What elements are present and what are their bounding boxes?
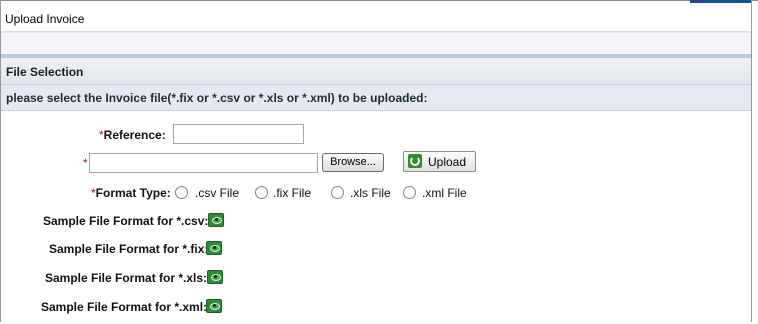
format-type-label: *Format Type:: [91, 186, 171, 200]
reference-label-text: Reference:: [103, 128, 166, 142]
browse-button[interactable]: Browse...: [322, 153, 384, 172]
instruction-text: please select the Invoice file(*.fix or …: [6, 91, 428, 105]
radio-button[interactable]: [255, 186, 268, 199]
format-option-label: .csv File: [195, 186, 240, 200]
radio-button[interactable]: [331, 186, 344, 199]
format-type-label-text: Format Type:: [95, 186, 171, 200]
view-sample-xls-icon[interactable]: [207, 270, 223, 284]
reference-label: *Reference:: [99, 128, 166, 142]
title-bar: Upload Invoice: [1, 5, 751, 32]
refresh-icon: [408, 154, 422, 168]
format-option-label: .fix File: [273, 186, 312, 200]
view-sample-xml-icon[interactable]: [206, 299, 222, 313]
section-title: File Selection: [6, 65, 84, 79]
format-option-label: .xml File: [422, 186, 467, 200]
view-sample-fix-icon[interactable]: [206, 241, 222, 255]
view-sample-csv-icon[interactable]: [208, 213, 224, 227]
sample-xls-label: Sample File Format for *.xls:: [45, 271, 208, 285]
instruction-bar: please select the Invoice file(*.fix or …: [1, 85, 751, 111]
page-title: Upload Invoice: [5, 12, 85, 26]
upload-button-label: Upload: [428, 155, 467, 169]
format-option-label: .xls File: [350, 186, 391, 200]
section-header: File Selection: [1, 58, 751, 85]
required-marker: *: [83, 156, 88, 170]
radio-button[interactable]: [175, 186, 188, 199]
sample-csv-label: Sample File Format for *.csv:: [43, 214, 209, 228]
sample-xml-label: Sample File Format for *.xml:: [41, 300, 208, 314]
upload-button[interactable]: Upload: [403, 151, 476, 172]
sample-fix-label: Sample File Format for *.fix:: [49, 242, 209, 256]
file-path-input[interactable]: [89, 153, 318, 173]
spacer-band: [1, 32, 751, 55]
radio-button[interactable]: [403, 186, 416, 199]
reference-input[interactable]: [173, 124, 304, 144]
file-required-marker: *: [83, 156, 88, 170]
